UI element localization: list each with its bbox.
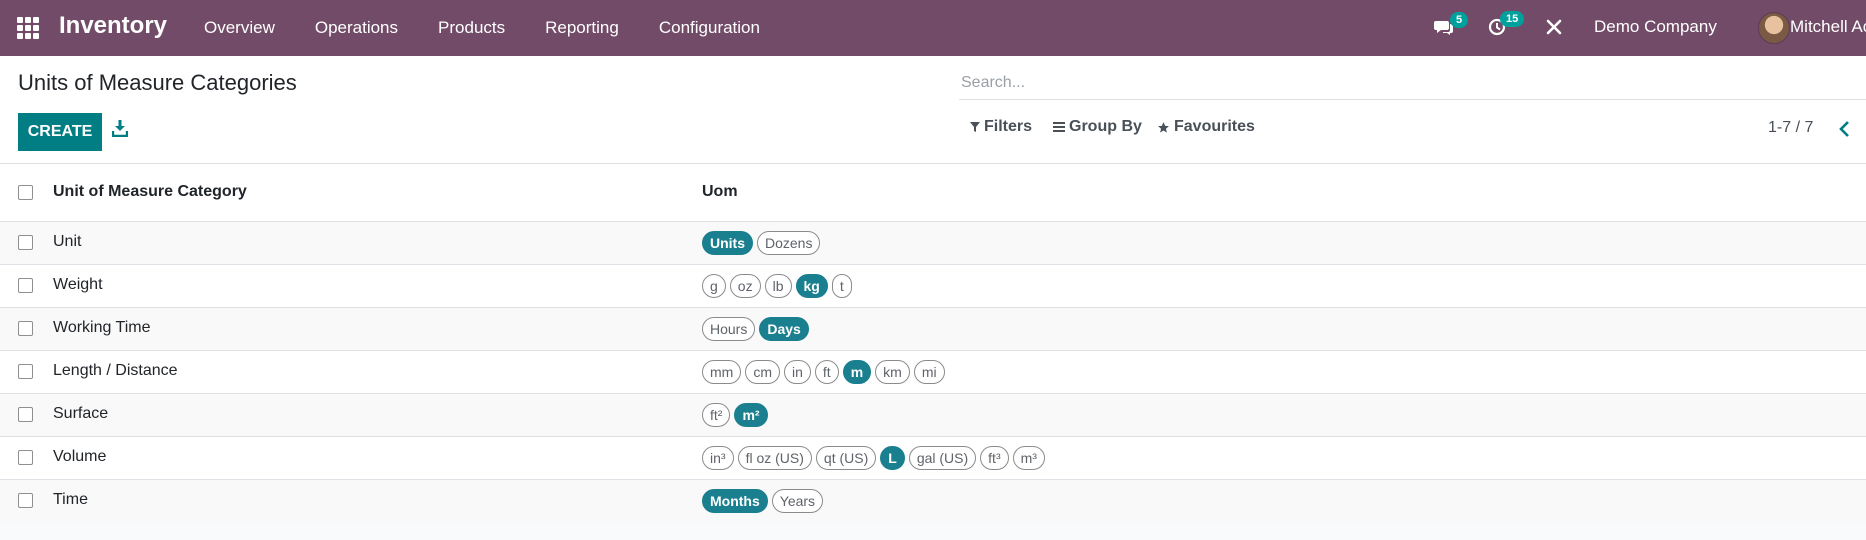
apps-menu-icon[interactable] [17, 17, 39, 39]
uom-tags: in³ fl oz (US) qt (US) Lgal (US) ft³ m³ [702, 446, 1045, 470]
filters-dropdown[interactable]: Filters [970, 118, 1032, 136]
app-title[interactable]: Inventory [59, 12, 167, 40]
row-checkbox[interactable] [18, 407, 33, 422]
uom-tag: g [702, 274, 726, 298]
uom-tag: mi [913, 360, 945, 384]
uom-tag: ft [814, 360, 839, 384]
category-name: Volume [53, 448, 107, 465]
top-navbar: Inventory Overview Operations Products R… [0, 0, 1866, 56]
uom-tag: t [831, 274, 852, 298]
table-row[interactable]: Length / Distance mm cm in ft m km mi [0, 351, 1866, 394]
category-name: Unit [53, 233, 82, 250]
uom-tag: fl oz (US) [737, 446, 812, 470]
table-row[interactable]: Time Months Years [0, 480, 1866, 523]
uom-tag: m³ [1012, 446, 1045, 470]
user-menu[interactable]: Mitchell Ac [1790, 17, 1866, 37]
category-name: Weight [53, 276, 103, 293]
category-name: Time [53, 491, 88, 508]
uom-tag: in [784, 360, 811, 384]
uom-tag: in³ [702, 446, 734, 470]
category-name: Working Time [53, 319, 151, 336]
activities-badge: 15 [1500, 11, 1525, 27]
row-checkbox[interactable] [18, 278, 33, 293]
download-icon[interactable] [111, 119, 132, 143]
column-header-category[interactable]: Unit of Measure Category [53, 183, 247, 201]
table-row[interactable]: Unit Units Dozens [0, 222, 1866, 265]
uom-tag: km [875, 360, 910, 384]
row-checkbox[interactable] [18, 235, 33, 250]
select-all-checkbox[interactable] [18, 185, 33, 200]
group-by-label: Group By [1069, 118, 1142, 135]
table-row[interactable]: Surface ft² m² [0, 394, 1866, 437]
uom-tag-reference: Days [759, 317, 809, 341]
company-switcher[interactable]: Demo Company [1594, 17, 1717, 37]
favourites-label: Favourites [1174, 118, 1255, 135]
row-checkbox[interactable] [18, 321, 33, 336]
uom-tags: Hours Days [702, 317, 809, 341]
table-row[interactable]: Weight g oz lb kg t [0, 265, 1866, 308]
row-checkbox[interactable] [18, 450, 33, 465]
category-name: Length / Distance [53, 362, 178, 379]
search-input[interactable] [959, 66, 1866, 100]
uom-tag: ft² [702, 403, 731, 427]
table-row[interactable]: Volume in³ fl oz (US) qt (US) Lgal (US) ft³ m³ [0, 437, 1866, 480]
uom-tags: Months Years [702, 489, 824, 513]
category-name: Surface [53, 405, 109, 422]
column-header-uom[interactable]: Uom [702, 183, 738, 201]
menu-item-operations[interactable]: Operations [295, 0, 418, 56]
filters-label: Filters [984, 118, 1033, 135]
menu-item-reporting[interactable]: Reporting [525, 0, 639, 56]
page-title: Units of Measure Categories [18, 70, 297, 95]
uom-tag-reference: Units [702, 231, 753, 255]
uom-tag: cm [745, 360, 780, 384]
uom-tag: Hours [702, 317, 756, 341]
uom-tag-reference: L [880, 446, 905, 470]
table-row[interactable]: Working Time Hours Days [0, 308, 1866, 351]
group-by-dropdown[interactable]: Group By [1053, 118, 1142, 136]
create-button[interactable]: CREATE [18, 113, 102, 151]
chevron-left-icon[interactable] [1838, 120, 1854, 140]
star-icon [1158, 121, 1169, 133]
row-checkbox[interactable] [18, 364, 33, 379]
table-header: Unit of Measure Category Uom [0, 164, 1866, 222]
uom-tag: Dozens [757, 231, 821, 255]
uom-tags: g oz lb kg t [702, 274, 852, 298]
uom-tags: ft² m² [702, 403, 768, 427]
menu-item-overview[interactable]: Overview [184, 0, 295, 56]
uom-tag-reference: m² [734, 403, 768, 427]
pager-value[interactable]: 1-7 / 7 [1768, 119, 1813, 137]
filter-icon [970, 122, 980, 132]
menu-item-configuration[interactable]: Configuration [639, 0, 780, 56]
uom-tags: Units Dozens [702, 231, 821, 255]
uom-tags: mm cm in ft m km mi [702, 360, 945, 384]
messages-badge: 5 [1450, 12, 1469, 28]
table-footer-area [0, 522, 1866, 540]
row-checkbox[interactable] [18, 493, 33, 508]
uom-tag: mm [702, 360, 742, 384]
uom-tag: ft³ [980, 446, 1009, 470]
main-menu: Overview Operations Products Reporting C… [184, 0, 780, 56]
uom-tag: oz [729, 274, 761, 298]
uom-tag-reference: kg [795, 274, 828, 298]
uom-tag-reference: Months [702, 489, 768, 513]
uom-tag-reference: m [842, 360, 872, 384]
user-avatar[interactable] [1758, 12, 1790, 44]
uom-tag: Years [771, 489, 824, 513]
uom-tag: qt (US) [815, 446, 877, 470]
uom-tag: gal (US) [908, 446, 977, 470]
menu-item-products[interactable]: Products [418, 0, 525, 56]
favourites-dropdown[interactable]: Favourites [1157, 118, 1255, 136]
uom-tag: lb [764, 274, 792, 298]
list-icon [1053, 122, 1065, 132]
tools-icon[interactable] [1541, 14, 1567, 40]
